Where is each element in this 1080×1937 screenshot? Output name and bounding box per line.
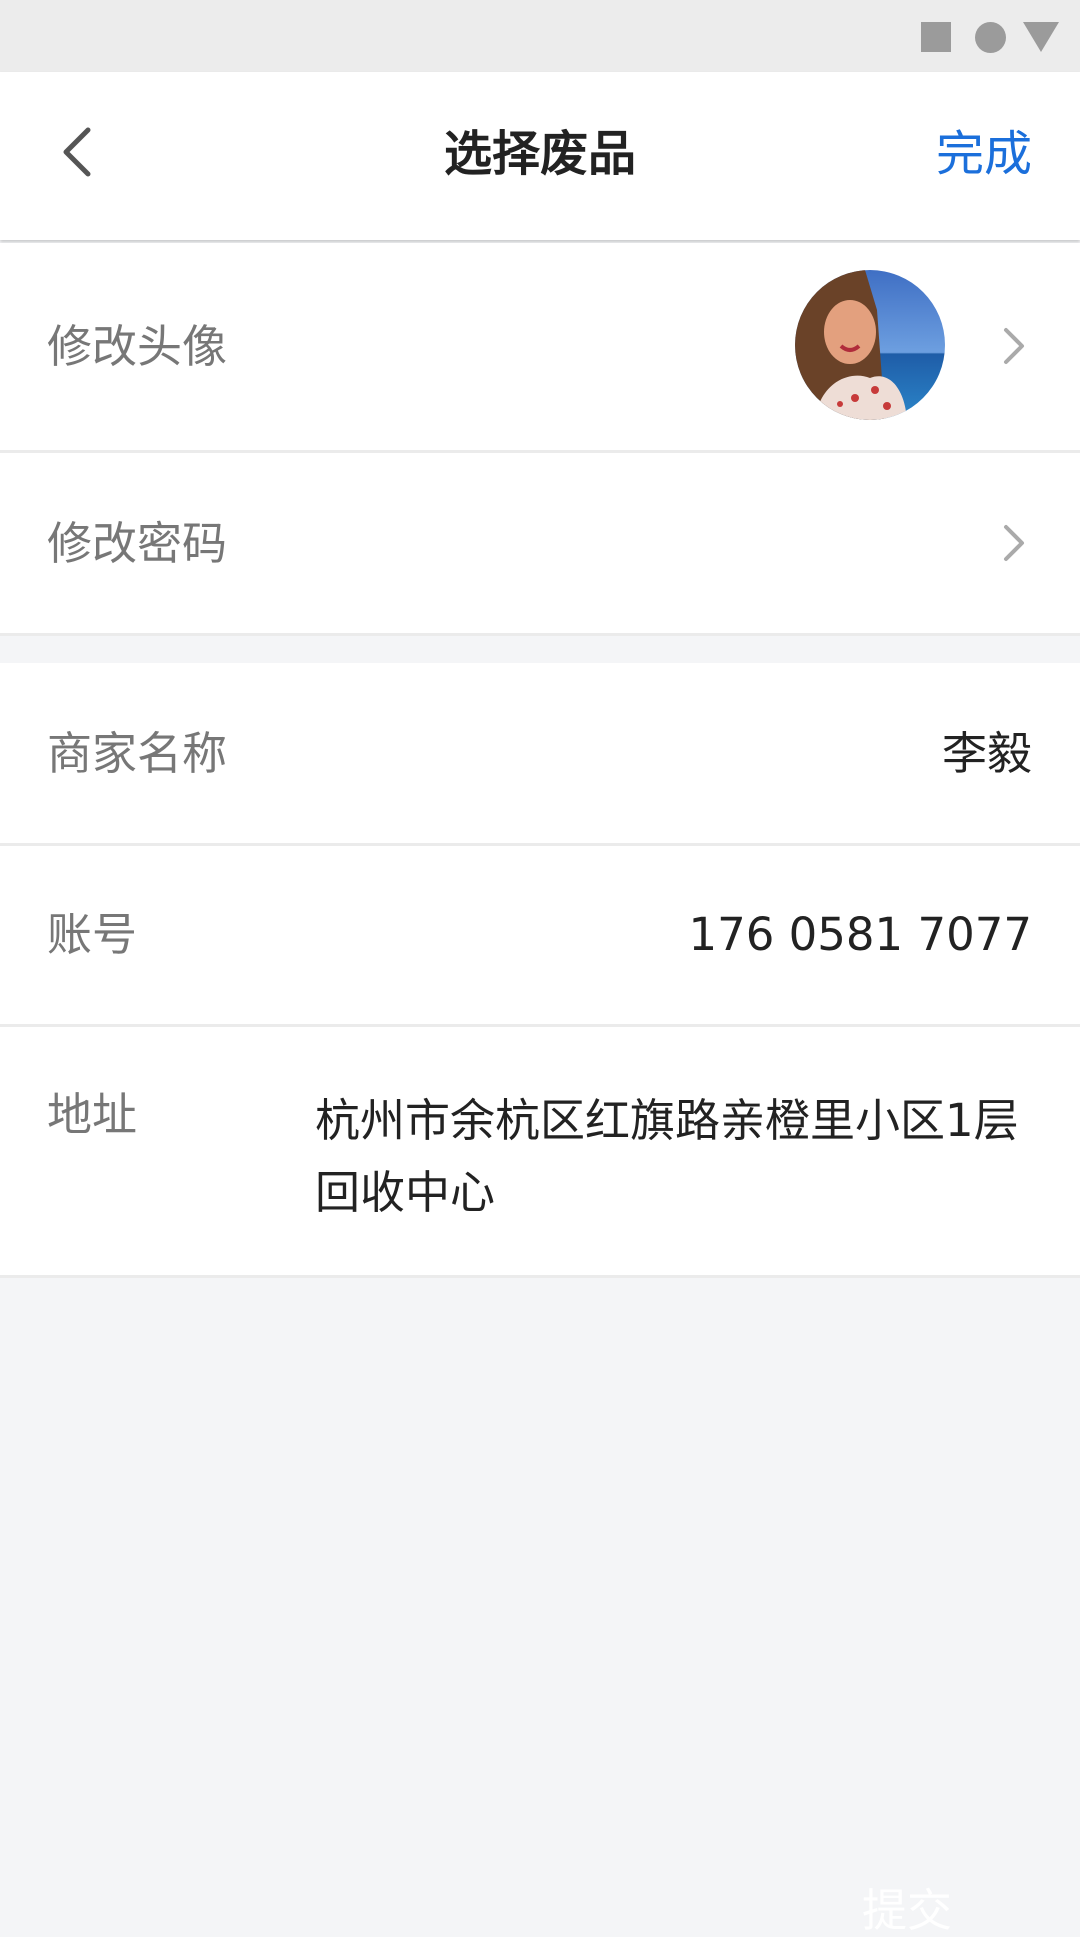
page-title: 选择废品 [443, 126, 636, 182]
account-label: 账号 [47, 908, 138, 961]
nav-bar: 选择废品 完成 [0, 72, 1080, 240]
address-value: 杭州市余杭区红旗路亲橙里小区1层回收中心 [315, 1094, 1019, 1219]
merchant-name-row: 商家名称 李毅 [0, 663, 1080, 843]
change-password-row[interactable]: 修改密码 [0, 453, 1080, 633]
change-password-label: 修改密码 [47, 517, 228, 570]
chevron-right-icon [1004, 525, 1024, 561]
divider [0, 1275, 1080, 1278]
avatar-image [795, 270, 945, 420]
account-row: 账号 176 0581 7077 [0, 846, 1080, 1024]
recent-apps-icon [921, 22, 951, 52]
change-avatar-label: 修改头像 [47, 320, 228, 373]
divider [0, 633, 1080, 636]
status-bar [0, 0, 1080, 72]
submit-button[interactable]: 提交 [862, 1888, 952, 1933]
home-icon [975, 22, 1006, 53]
merchant-name-value: 李毅 [941, 727, 1032, 780]
chevron-right-icon [1004, 328, 1024, 364]
account-value: 176 0581 7077 [688, 908, 1032, 961]
done-button[interactable]: 完成 [936, 130, 1032, 178]
address-label: 地址 [47, 1088, 138, 1141]
merchant-name-label: 商家名称 [47, 727, 228, 780]
avatar[interactable] [795, 270, 945, 420]
signal-icon [1023, 22, 1059, 52]
